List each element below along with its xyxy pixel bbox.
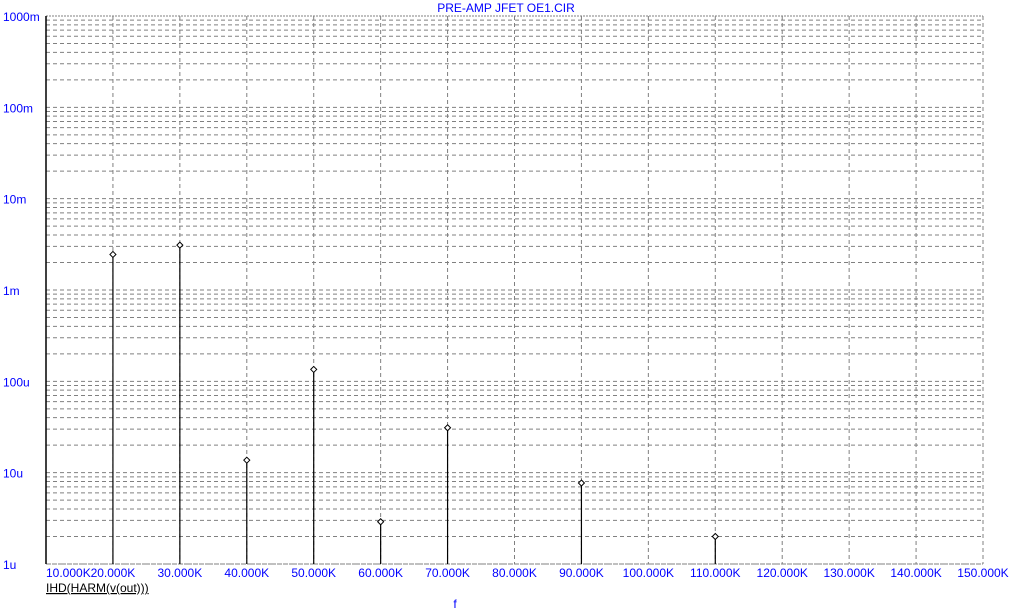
y-tick-label: 10m [3,193,26,207]
x-axis-label: f [453,597,457,611]
x-tick-label: 90.000K [559,566,604,580]
y-tick-label: 1000m [3,10,40,24]
x-tick-label: 40.000K [224,566,269,580]
x-tick-label: 130.000K [823,566,874,580]
x-tick-label: 30.000K [157,566,202,580]
y-tick-label: 1u [3,558,16,572]
x-tick-label: 140.000K [890,566,941,580]
harmonic-distortion-chart: 10.000K 20.000K 30.000K 40.000K 50.000K 60.00… [3,1,1009,611]
trace-label[interactable]: IHD(HARM(v(out))) [46,581,149,595]
grid [45,15,984,565]
tick-labels: 10.000K 20.000K 30.000K 40.000K 50.000K 60.00… [3,10,1009,580]
data-point-marker [577,479,586,487]
data-point-marker [243,456,251,464]
data-point-marker [310,365,318,374]
y-tick-label: 10u [3,467,23,481]
data-point-marker [176,241,184,249]
chart-title: PRE-AMP JFET OE1.CIR [437,1,575,15]
x-tick-label: 70.000K [425,566,470,580]
x-tick-label: 50.000K [291,566,336,580]
x-tick-label: 100.000K [623,566,674,580]
x-tick-label: 150.000K [957,566,1008,580]
data-point-marker [711,532,719,541]
x-tick-label: 10.000K [46,566,91,580]
data-point-marker [376,518,385,526]
y-tick-label: 100m [3,101,33,115]
x-tick-label: 80.000K [492,566,537,580]
x-tick-label: 120.000K [757,566,808,580]
y-tick-label: 100u [3,375,30,389]
x-tick-label: 60.000K [358,566,403,580]
data-point-marker [443,424,452,432]
data-point-marker [109,250,117,259]
y-tick-label: 1m [3,284,20,298]
x-tick-label: 20.000K [91,566,136,580]
x-tick-label: 110.000K [690,566,741,580]
